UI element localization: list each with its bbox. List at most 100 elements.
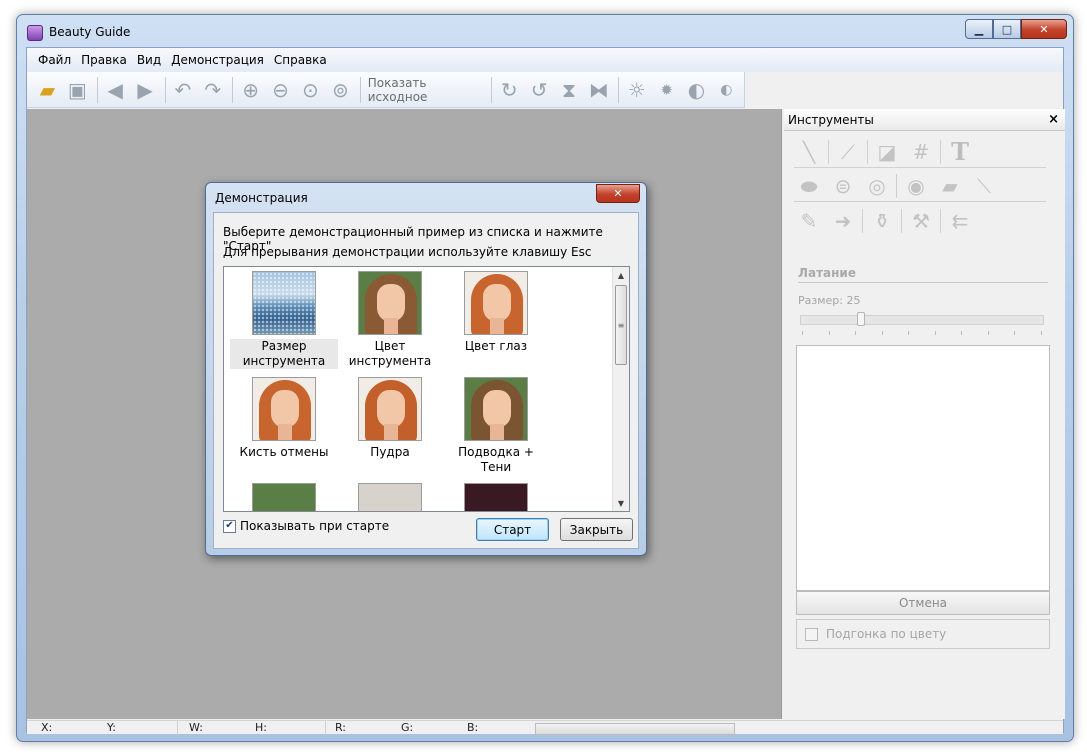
list-item[interactable]: Подводка + Тени xyxy=(442,377,550,475)
mirror-tool-icon[interactable]: ◎ xyxy=(862,172,892,200)
contrast-up-icon[interactable]: ◐ xyxy=(684,76,709,104)
show-at-start-label: Показывать при старте xyxy=(240,519,390,533)
tool-row-2: ⬬ ⊜ ◎ ◉ ▰ ⟍ xyxy=(794,170,1046,202)
progress-bar xyxy=(535,723,735,735)
list-item[interactable]: Размер инструмента xyxy=(230,271,338,369)
show-at-start-checkbox[interactable]: ✔ xyxy=(223,519,236,533)
example-thumbnail-partial[interactable] xyxy=(252,483,316,511)
redo-icon[interactable]: ↷ xyxy=(200,76,225,104)
show-at-start-option[interactable]: ✔ Показывать при старте xyxy=(223,519,389,533)
status-g: G: xyxy=(401,721,414,734)
eye-tool-icon[interactable]: ◉ xyxy=(901,172,931,200)
contrast-down-icon[interactable]: ◐ xyxy=(714,76,739,104)
status-b: B: xyxy=(467,721,479,734)
example-thumbnail-partial[interactable] xyxy=(358,483,422,511)
menu-view[interactable]: Вид xyxy=(132,51,166,69)
menu-help[interactable]: Справка xyxy=(269,51,332,69)
app-icon xyxy=(27,25,43,41)
example-label: Пудра xyxy=(370,445,410,459)
example-label: Размер инструмента xyxy=(230,339,338,369)
hammer-tool-icon[interactable]: ⚒ xyxy=(906,207,936,235)
text-tool-icon[interactable]: T xyxy=(945,137,975,166)
menu-edit[interactable]: Правка xyxy=(76,51,132,69)
examples-scrollbar[interactable]: ▲ ≡ ▼ xyxy=(612,267,629,511)
list-item[interactable]: Цвет глаз xyxy=(442,271,550,354)
undo-icon[interactable]: ↶ xyxy=(170,76,195,104)
toolbar: ▰ ▣ ◀ ▶ ↶ ↷ ⊕ ⊖ ⊙ ⊚ Показать исходное ↻ … xyxy=(27,72,745,108)
crop-tool-icon[interactable]: ◪ xyxy=(872,138,902,166)
brush-tool-icon[interactable]: ⟋ xyxy=(833,138,863,166)
scroll-thumb[interactable]: ≡ xyxy=(615,285,627,365)
scroll-down-icon[interactable]: ▼ xyxy=(613,495,629,511)
section-label: Латание xyxy=(798,266,1048,283)
brush2-tool-icon[interactable]: ⟍ xyxy=(969,172,999,200)
start-button[interactable]: Старт xyxy=(476,518,549,541)
example-thumbnail-partial[interactable] xyxy=(464,483,528,511)
cancel-button[interactable]: Отмена xyxy=(796,591,1050,615)
bottle-tool-icon[interactable]: ⚱ xyxy=(867,207,897,235)
save-icon[interactable]: ▣ xyxy=(65,76,90,104)
slider-ticks xyxy=(802,331,1042,337)
examples-list[interactable]: Размер инструмента Цвет инструмента Цвет… xyxy=(223,266,630,512)
pencil-tool-icon[interactable]: ╲ xyxy=(794,138,824,166)
flip-horizontal-icon[interactable]: ⧓ xyxy=(586,76,611,104)
flip-vertical-icon[interactable]: ⧗ xyxy=(557,76,582,104)
tools-panel-title: Инструменты xyxy=(788,113,874,127)
color-fit-checkbox[interactable] xyxy=(805,627,818,641)
menu-demo[interactable]: Демонстрация xyxy=(166,51,269,69)
rotate-ccw-icon[interactable]: ↺ xyxy=(527,76,552,104)
example-thumbnail xyxy=(464,271,528,335)
demo-dialog: Демонстрация ✕ Выберите демонстрационный… xyxy=(205,182,647,556)
color-fit-option[interactable]: Подгонка по цвету xyxy=(796,619,1050,649)
open-icon[interactable]: ▰ xyxy=(35,76,60,104)
marker-tool-icon[interactable]: ✎ xyxy=(794,207,824,235)
brightness-down-icon[interactable]: ✹ xyxy=(654,76,679,104)
scroll-up-icon[interactable]: ▲ xyxy=(613,267,629,283)
tool-preview-box xyxy=(796,345,1050,591)
size-slider-track[interactable] xyxy=(800,315,1044,325)
zoom-out-icon[interactable]: ⊖ xyxy=(268,76,293,104)
example-thumbnail xyxy=(252,377,316,441)
close-window-button[interactable]: ✕ xyxy=(1021,19,1067,39)
status-x: X: xyxy=(41,721,53,734)
example-label: Цвет глаз xyxy=(464,339,528,353)
zoom-fit-icon[interactable]: ⊙ xyxy=(298,76,323,104)
size-slider-thumb[interactable] xyxy=(857,312,866,326)
tools-panel-close-icon[interactable]: × xyxy=(1048,112,1059,127)
minimize-button[interactable]: ▁ xyxy=(965,19,993,39)
tools-panel: Инструменты × ╲ ⟋ ◪ # T ⬬ ⊜ ◎ ◉ ▰ ⟍ ✎ ➜ … xyxy=(784,109,1065,719)
list-item[interactable]: Цвет инструмента xyxy=(336,271,444,369)
rotate-cw-icon[interactable]: ↻ xyxy=(497,76,522,104)
list-item[interactable]: Пудра xyxy=(336,377,444,460)
show-original-button[interactable]: Показать исходное xyxy=(366,76,489,104)
menu-bar: Файл Правка Вид Демонстрация Справка xyxy=(27,48,1063,72)
forward-arrow-icon[interactable]: ▶ xyxy=(133,76,158,104)
zoom-actual-icon[interactable]: ⊚ xyxy=(328,76,353,104)
example-thumbnail xyxy=(358,377,422,441)
close-button[interactable]: Закрыть xyxy=(560,518,633,541)
list-item[interactable]: Кисть отмены xyxy=(230,377,338,460)
status-r: R: xyxy=(335,721,347,734)
arrow-tool-icon[interactable]: ➜ xyxy=(828,207,858,235)
example-thumbnail xyxy=(464,377,528,441)
maximize-button[interactable]: □ xyxy=(993,19,1021,39)
back-arrow-icon[interactable]: ◀ xyxy=(103,76,128,104)
eraser-tool-icon[interactable]: ▰ xyxy=(935,172,965,200)
status-bar: X: Y: W: H: R: G: B: xyxy=(27,720,1063,735)
title-bar[interactable]: Beauty Guide ▁ □ ✕ xyxy=(17,15,1073,47)
dialog-body: Выберите демонстрационный пример из спис… xyxy=(213,212,639,549)
color-fit-label: Подгонка по цвету xyxy=(826,627,947,641)
example-label: Кисть отмены xyxy=(239,445,329,459)
example-label: Цвет инструмента xyxy=(348,339,432,368)
brightness-up-icon[interactable]: ☼ xyxy=(624,76,649,104)
dialog-close-icon[interactable]: ✕ xyxy=(596,184,640,203)
lips-tool-icon[interactable]: ⬬ xyxy=(794,172,824,200)
status-y: Y: xyxy=(107,721,116,734)
menu-file[interactable]: Файл xyxy=(33,51,76,69)
teeth-tool-icon[interactable]: ⊜ xyxy=(828,172,858,200)
grid-tool-icon[interactable]: # xyxy=(906,138,936,166)
undo-brush-tool-icon[interactable]: ⇇ xyxy=(945,207,975,235)
status-h: H: xyxy=(255,721,267,734)
tool-row-1: ╲ ⟋ ◪ # T xyxy=(794,136,1046,168)
zoom-in-icon[interactable]: ⊕ xyxy=(238,76,263,104)
